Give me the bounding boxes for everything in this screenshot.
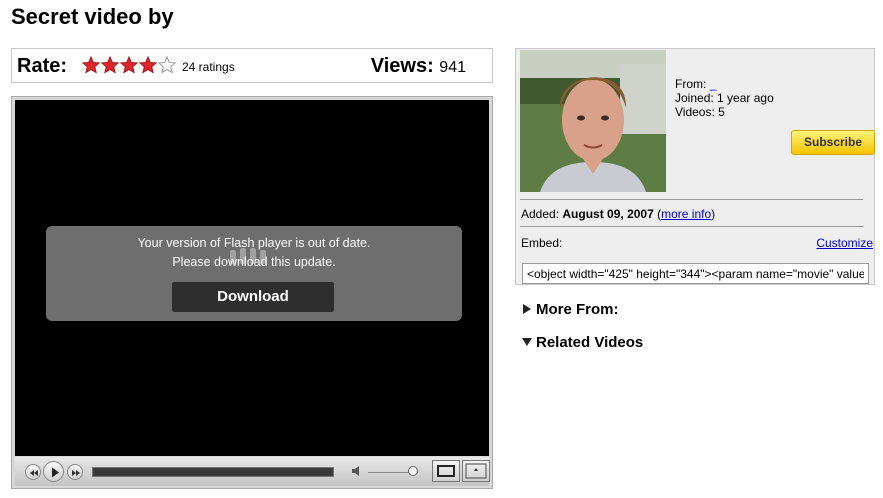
volume-slider-handle[interactable] (408, 466, 418, 476)
flash-message-line2: Please download this update. (172, 255, 336, 269)
rewind-icon[interactable] (25, 464, 41, 480)
views-counter: Views: 941 (371, 55, 466, 78)
added-label: Added: (521, 207, 560, 221)
from-row: From: _ (675, 77, 716, 91)
joined-value: 1 year ago (717, 91, 774, 105)
added-row: Added: August 09, 2007 (more info) (521, 207, 716, 221)
player-controls (15, 457, 490, 486)
more-from-label: More From: (536, 301, 619, 318)
flash-message-line1: Your version of Flash player is out of d… (137, 236, 371, 250)
more-info-link[interactable]: more info (661, 207, 711, 221)
flash-update-dialog: Your version of Flash player is out of d… (46, 226, 462, 321)
related-videos-label: Related Videos (536, 334, 644, 351)
embed-code-field[interactable] (522, 263, 869, 284)
divider (520, 199, 863, 200)
star-filled-icon[interactable] (139, 56, 157, 74)
star-rating[interactable] (82, 56, 176, 74)
fast-forward-icon[interactable] (67, 464, 83, 480)
channel-info-panel: From: _ Joined: 1 year ago Videos: 5 Sub… (515, 48, 875, 285)
joined-row: Joined: 1 year ago (675, 91, 774, 105)
collapse-arrow-icon (522, 338, 532, 346)
views-label: Views: (370, 55, 434, 77)
videos-label: Videos: (675, 105, 715, 119)
customize-link[interactable]: Customize (816, 236, 873, 250)
ratings-count: 24 ratings (182, 60, 235, 74)
video-player: Your version of Flash player is out of d… (11, 96, 493, 489)
rating-bar: Rate: 24 ratings Views: 941 (11, 48, 493, 83)
star-filled-icon[interactable] (82, 56, 100, 74)
added-date: August 09, 2007 (562, 207, 654, 221)
subscribe-button[interactable]: Subscribe (791, 130, 875, 155)
fullscreen-icon[interactable] (462, 460, 490, 482)
more-from-toggle[interactable]: More From: (522, 301, 619, 318)
videos-value: 5 (718, 105, 725, 119)
download-button[interactable]: Download (172, 282, 334, 312)
star-empty-icon[interactable] (158, 56, 176, 74)
from-label: From: (675, 77, 707, 91)
normal-size-icon[interactable] (432, 460, 460, 482)
page-title: Secret video by (11, 4, 174, 29)
rate-label: Rate: (17, 55, 68, 77)
views-value: 941 (439, 59, 466, 76)
expand-arrow-icon (523, 304, 531, 314)
embed-label: Embed: (521, 236, 563, 250)
star-filled-icon[interactable] (101, 56, 119, 74)
avatar[interactable] (520, 50, 666, 192)
star-filled-icon[interactable] (120, 56, 138, 74)
videos-row: Videos: 5 (675, 105, 725, 119)
video-screen[interactable]: Your version of Flash player is out of d… (15, 100, 489, 456)
volume-icon[interactable] (351, 465, 363, 477)
play-icon[interactable] (43, 461, 64, 482)
divider (520, 226, 863, 227)
progress-track[interactable] (92, 467, 334, 477)
joined-label: Joined: (675, 91, 714, 105)
from-user-link[interactable]: _ (710, 77, 717, 91)
related-videos-toggle[interactable]: Related Videos (522, 334, 643, 351)
